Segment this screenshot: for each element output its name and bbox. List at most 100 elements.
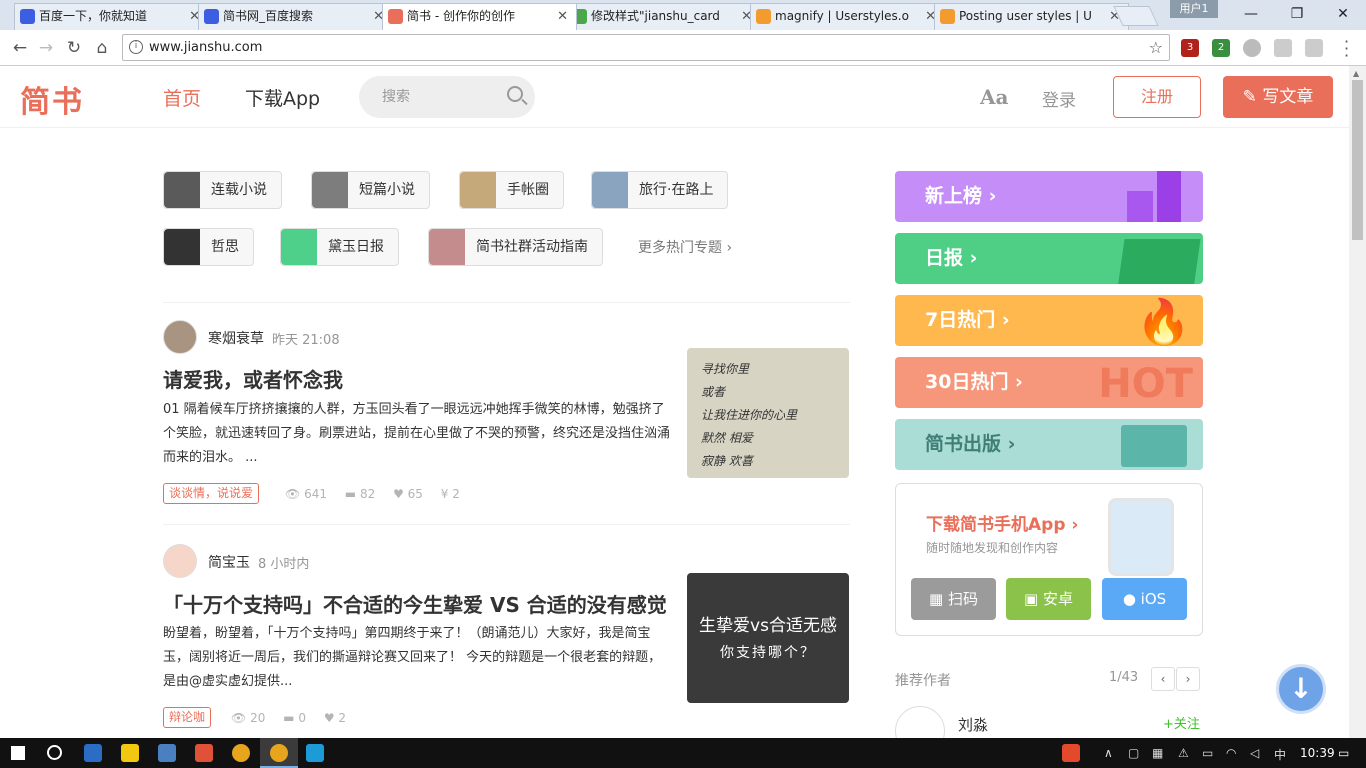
scan-qr-button[interactable]: ▦ 扫码 [911, 578, 996, 620]
stylish-extension-icon[interactable]: 2 [1212, 39, 1230, 57]
taskbar-app-icon[interactable] [158, 744, 176, 762]
close-window-button[interactable]: ✕ [1320, 0, 1366, 28]
page-scrollbar[interactable]: ▲ [1349, 66, 1366, 738]
article-collection-tag[interactable]: 辩论咖 [163, 707, 212, 728]
search-input[interactable]: 搜索 [359, 76, 535, 118]
nav-home[interactable]: 首页 [163, 84, 201, 111]
profile-badge[interactable]: 用户1 [1170, 0, 1218, 18]
topic-journal[interactable]: 手帐圈 [459, 171, 564, 209]
jianshu-logo[interactable]: 简书 [20, 77, 84, 121]
address-bar[interactable]: i www.jianshu.com ☆ [122, 34, 1170, 61]
article-collection-tag[interactable]: 谈谈情，说说爱 [163, 483, 260, 504]
tray-app-icon[interactable] [1062, 744, 1080, 762]
avatar[interactable] [163, 544, 197, 578]
home-button[interactable]: ⌂ [90, 36, 114, 60]
topic-serial-novel[interactable]: 连载小说 [163, 171, 282, 209]
clock[interactable]: 10:39 [1300, 746, 1335, 760]
board-30day-hot[interactable]: 30日热门 › HOT [895, 357, 1203, 408]
ime-icon[interactable]: 中 [1274, 746, 1286, 763]
more-topics-link[interactable]: 更多热门专题 › [638, 237, 732, 257]
bookmark-star-icon[interactable]: ☆ [1149, 35, 1163, 60]
search-placeholder: 搜索 [382, 89, 410, 105]
scrollbar-thumb[interactable] [1352, 80, 1363, 240]
android-download-button[interactable]: ▣ 安卓 [1006, 578, 1091, 620]
heart-icon: ♥ [393, 487, 404, 501]
handwriting-line: 让我住进你的心里 [701, 408, 798, 422]
write-article-button[interactable]: ✎ 写文章 [1223, 76, 1333, 118]
recommended-author-name[interactable]: 刘淼 [958, 714, 988, 735]
chrome-icon[interactable] [232, 744, 250, 762]
taskbar-active-chrome[interactable] [260, 738, 298, 768]
avatar[interactable] [163, 320, 197, 354]
register-button[interactable]: 注册 [1113, 76, 1201, 118]
topic-thumbnail [460, 172, 496, 208]
battery-icon[interactable]: ▭ [1202, 746, 1213, 760]
scroll-up-arrow-icon[interactable]: ▲ [1353, 69, 1359, 78]
extension-icon[interactable] [1243, 39, 1261, 57]
tray-expand-icon[interactable]: ∧ [1104, 746, 1113, 760]
extension-icon[interactable] [1305, 39, 1323, 57]
tray-icon[interactable]: ▢ [1128, 746, 1139, 760]
app-promo-title[interactable]: 下载简书手机App › [926, 510, 1078, 535]
topic-community-guide[interactable]: 简书社群活动指南 [428, 228, 603, 266]
tab-baidu-search[interactable]: 简书网_百度搜索 ✕ [198, 3, 393, 30]
board-daily[interactable]: 日报 › [895, 233, 1203, 284]
tray-icon[interactable]: ⚠ [1178, 746, 1189, 760]
nav-download-app[interactable]: 下载App [245, 84, 320, 111]
minimize-button[interactable]: — [1228, 0, 1274, 28]
extension-icon[interactable] [1274, 39, 1292, 57]
taskbar-app-icon[interactable] [195, 744, 213, 762]
tab-userstyles-magnify[interactable]: magnify | Userstyles.o ✕ [750, 3, 945, 30]
scroll-down-float-button[interactable]: ↓ [1276, 664, 1326, 714]
ios-download-button[interactable]: ● iOS [1102, 578, 1187, 620]
reload-button[interactable]: ↻ [62, 36, 86, 60]
tab-jianshu[interactable]: 简书 - 创作你的创作 ✕ [382, 3, 577, 30]
back-button[interactable]: ← [8, 36, 32, 60]
recommend-prev-button[interactable]: ‹ [1151, 667, 1175, 691]
board-publishing[interactable]: 简书出版 › [895, 419, 1203, 470]
comments-count[interactable]: ▬ 82 [345, 487, 375, 501]
browser-menu-icon[interactable]: · · · [1344, 34, 1349, 64]
tab-userstyles-posting[interactable]: Posting user styles | U ✕ [934, 3, 1129, 30]
tab-baidu[interactable]: 百度一下，你就知道 ✕ [14, 3, 209, 30]
search-icon[interactable] [507, 86, 523, 102]
login-link[interactable]: 登录 [1042, 86, 1076, 111]
tab-stylish[interactable]: 修改样式"jianshu_card ✕ [566, 3, 761, 30]
topic-travel[interactable]: 旅行·在路上 [591, 171, 729, 209]
userstyles-icon [756, 9, 771, 24]
board-new[interactable]: 新上榜 › [895, 171, 1203, 222]
topic-thumbnail [429, 229, 465, 265]
wifi-icon[interactable]: ◠ [1226, 746, 1236, 760]
tab-close-icon[interactable]: ✕ [557, 4, 568, 29]
article-author[interactable]: 简宝玉 [208, 552, 250, 572]
topic-short-story[interactable]: 短篇小说 [311, 171, 430, 209]
comments-count[interactable]: ▬ 0 [283, 711, 306, 725]
chrome-icon [270, 744, 288, 762]
article-thumbnail[interactable]: 生挚爱vs合适无感 你支持哪个？ [687, 573, 849, 703]
maximize-button[interactable]: ❐ [1274, 0, 1320, 28]
taskbar-app-icon[interactable] [121, 744, 139, 762]
windows-start-icon[interactable] [11, 746, 25, 760]
board-7day-hot[interactable]: 7日热门 › 🔥 [895, 295, 1203, 346]
font-size-toggle[interactable]: Aa [980, 85, 1008, 109]
ublock-extension-icon[interactable]: 3 [1181, 39, 1199, 57]
topic-daiyu-daily[interactable]: 黛玉日报 [280, 228, 399, 266]
notification-icon[interactable]: ▭ [1338, 746, 1349, 760]
tray-icon[interactable]: ▦ [1152, 746, 1163, 760]
site-info-icon[interactable]: i [129, 40, 143, 54]
article-thumbnail[interactable]: 寻找你里 或者 让我住进你的心里 默然 相爱 寂静 欢喜 [687, 348, 849, 478]
recommend-next-button[interactable]: › [1176, 667, 1200, 691]
follow-button[interactable]: +关注 [1163, 713, 1200, 732]
taskbar-app-icon[interactable] [84, 744, 102, 762]
article-title[interactable]: 请爱我，或者怀念我 [163, 364, 343, 393]
board-label: 日报 › [925, 247, 978, 269]
cortana-icon[interactable] [47, 745, 62, 760]
taskbar-app-icon[interactable] [306, 744, 324, 762]
article-meta: 👁 641 ▬ 82 ♥ 65 ¥ 2 [285, 487, 474, 501]
tab-title: magnify | Userstyles.o [775, 9, 909, 23]
article-title[interactable]: 「十万个支持吗」不合适的今生挚爱 VS 合适的没有感觉 [163, 589, 667, 618]
volume-icon[interactable]: ◁ [1250, 746, 1259, 760]
article-author[interactable]: 寒烟衰草 [208, 328, 264, 348]
topic-philosophy[interactable]: 哲思 [163, 228, 254, 266]
forward-button[interactable]: → [34, 36, 58, 60]
